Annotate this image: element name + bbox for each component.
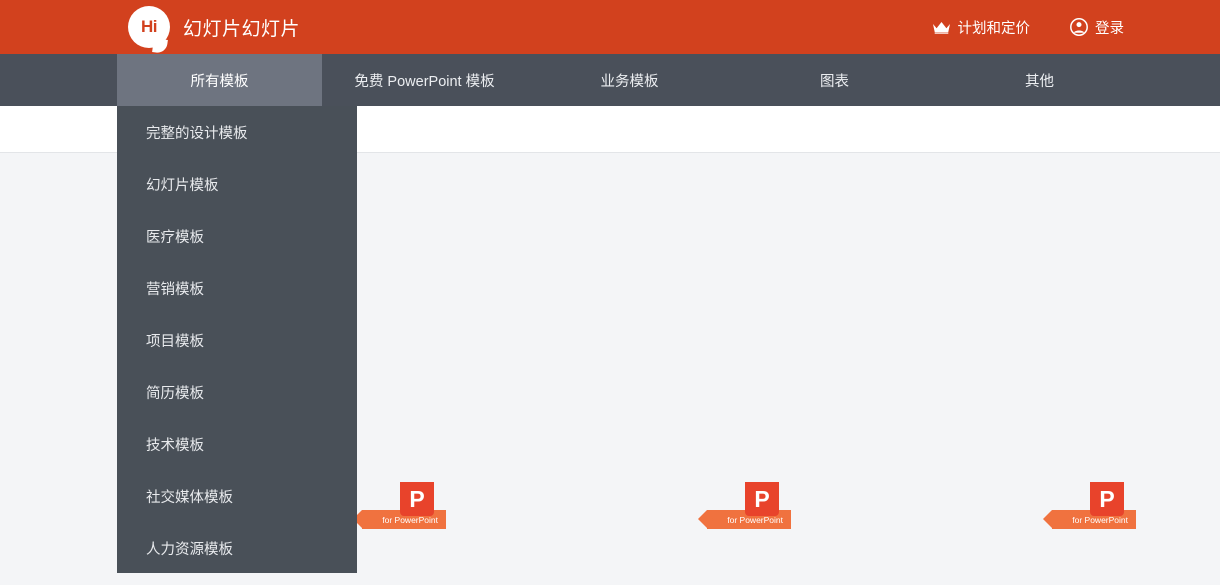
- login-link[interactable]: 登录: [1070, 17, 1124, 38]
- all-templates-dropdown-panel: 完整的设计模板 幻灯片模板 医疗模板 营销模板 项目模板 简历模板 技术模板 社…: [117, 106, 357, 573]
- brand-logo[interactable]: Hi 幻灯片幻灯片: [128, 6, 300, 48]
- login-label: 登录: [1095, 20, 1124, 37]
- dropdown-item-project-templates[interactable]: 项目模板: [117, 314, 357, 366]
- dropdown-item-marketing-templates[interactable]: 营销模板: [117, 262, 357, 314]
- dropdown-item-complete-design-templates[interactable]: 完整的设计模板: [117, 106, 357, 158]
- nav-item-free-powerpoint-templates[interactable]: 免费 PowerPoint 模板: [322, 54, 527, 106]
- powerpoint-p-icon: P: [400, 482, 434, 516]
- nav-item-list: 所有模板 免费 PowerPoint 模板 业务模板 图表 其他: [117, 54, 1142, 106]
- brand-name: 幻灯片幻灯片: [183, 18, 301, 40]
- nav-item-all-templates[interactable]: 所有模板: [117, 54, 322, 106]
- dropdown-item-hr-templates[interactable]: 人力资源模板: [117, 522, 357, 574]
- logo-text: Hi: [141, 17, 158, 36]
- site-header: Hi 幻灯片幻灯片 计划和定价 登录: [0, 0, 1220, 54]
- user-circle-icon: [1070, 18, 1088, 36]
- dropdown-item-resume-templates[interactable]: 简历模板: [117, 366, 357, 418]
- nav-item-business-templates[interactable]: 业务模板: [527, 54, 732, 106]
- dropdown-item-technology-templates[interactable]: 技术模板: [117, 418, 357, 470]
- plans-and-pricing-label: 计划和定价: [957, 20, 1031, 37]
- powerpoint-p-icon: P: [745, 482, 779, 516]
- nav-item-charts[interactable]: 图表: [732, 54, 937, 106]
- dropdown-item-medical-templates[interactable]: 医疗模板: [117, 210, 357, 262]
- speech-bubble-icon: Hi: [128, 6, 170, 48]
- crown-icon: [932, 21, 951, 34]
- main-navigation-bar: 所有模板 免费 PowerPoint 模板 业务模板 图表 其他: [0, 54, 1220, 106]
- nav-item-other[interactable]: 其他: [937, 54, 1142, 106]
- header-links: 计划和定价 登录: [932, 0, 1124, 54]
- dropdown-item-slide-templates[interactable]: 幻灯片模板: [117, 158, 357, 210]
- dropdown-item-social-media-templates[interactable]: 社交媒体模板: [117, 470, 357, 522]
- plans-and-pricing-link[interactable]: 计划和定价: [932, 17, 1031, 38]
- powerpoint-p-icon: P: [1090, 482, 1124, 516]
